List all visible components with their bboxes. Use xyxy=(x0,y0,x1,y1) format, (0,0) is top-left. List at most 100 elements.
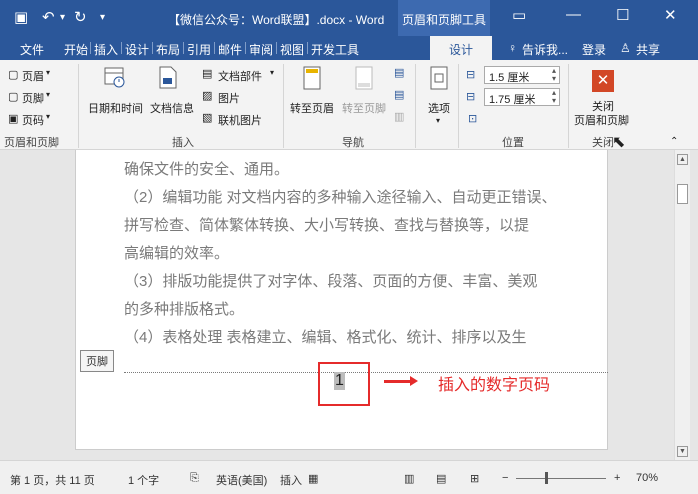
tab-mailings[interactable]: 邮件 xyxy=(218,41,242,58)
vertical-scrollbar[interactable]: ▲ ▼ xyxy=(674,150,690,460)
tab-separator xyxy=(183,42,184,54)
zoom-slider-track[interactable] xyxy=(516,478,606,479)
insert-alignment-tab-icon[interactable]: ⊡ xyxy=(468,112,477,125)
link-to-previous-icon[interactable]: ▥ xyxy=(394,110,404,123)
tab-developer[interactable]: 开发工具 xyxy=(311,41,359,58)
undo-icon[interactable]: ↶ xyxy=(42,8,55,26)
person-icon: ♙ xyxy=(620,41,631,55)
share-button[interactable]: 共享 xyxy=(636,41,660,58)
tab-separator xyxy=(245,42,246,54)
mouse-cursor-icon: ⬉ xyxy=(612,134,626,151)
group-divider xyxy=(458,64,459,148)
footer-position-input[interactable]: 1.75 厘米 ▴ ▾ xyxy=(484,88,560,106)
goto-footer-icon xyxy=(355,66,373,90)
save-icon[interactable]: ▣ xyxy=(14,8,28,26)
header-button[interactable]: 页眉 xyxy=(22,68,44,84)
proofing-icon[interactable]: ⎘ xyxy=(190,472,199,485)
zoom-slider-thumb[interactable] xyxy=(545,472,548,484)
group-label-close: 关闭 xyxy=(592,137,614,149)
zoom-out-icon[interactable]: − xyxy=(502,472,508,484)
previous-icon[interactable]: ▤ xyxy=(394,66,404,79)
group-divider xyxy=(568,64,569,148)
next-icon[interactable]: ▤ xyxy=(394,88,404,101)
footer-position-value: 1.75 厘米 xyxy=(489,94,536,106)
minimize-icon[interactable]: — xyxy=(566,6,581,23)
page-number-icon: ▣ xyxy=(8,113,19,125)
insert-mode-status[interactable]: 插入 xyxy=(280,472,302,488)
web-layout-icon[interactable]: ⊞ xyxy=(470,472,479,485)
close-header-footer-icon: ✕ xyxy=(592,70,614,92)
document-title: 【微信公众号：Word联盟】.docx - Word xyxy=(168,13,385,27)
group-label-position: 位置 xyxy=(502,137,524,149)
customize-icon[interactable]: ▾ xyxy=(100,12,105,23)
annotation-label: 插入的数字页码 xyxy=(438,377,551,394)
dropdown-icon: ▾ xyxy=(46,68,51,77)
tab-layout[interactable]: 布局 xyxy=(156,41,180,58)
group-divider xyxy=(283,64,284,148)
close-window-icon[interactable]: ✕ xyxy=(664,6,677,24)
context-tab-label: 页眉和页脚工具 xyxy=(398,0,490,36)
group-label-insert: 插入 xyxy=(172,137,194,149)
tab-design-doc[interactable]: 设计 xyxy=(125,41,149,58)
collapse-ribbon-icon[interactable]: ⌃ xyxy=(670,136,678,147)
scroll-up-icon[interactable]: ▲ xyxy=(677,154,688,165)
header-position-input[interactable]: 1.5 厘米 ▴ ▾ xyxy=(484,66,560,84)
tab-home[interactable]: 开始 xyxy=(64,41,88,58)
zoom-level[interactable]: 70% xyxy=(636,472,658,484)
body-text-line: 高编辑的效率。 xyxy=(124,245,230,262)
maximize-icon[interactable]: ☐ xyxy=(616,6,629,24)
word-count-status[interactable]: 1 个字 xyxy=(128,472,159,488)
tab-separator xyxy=(90,42,91,54)
arrow-icon xyxy=(384,376,418,386)
tab-file[interactable]: 文件 xyxy=(20,41,44,58)
footer-button[interactable]: 页脚 xyxy=(22,90,44,106)
spinner-arrows-icon[interactable]: ▴ ▾ xyxy=(552,67,556,83)
goto-footer-button[interactable]: 转至页脚 xyxy=(342,100,386,116)
document-parts-button[interactable]: 文档部件 xyxy=(218,68,262,84)
date-time-button[interactable]: 日期和时间 xyxy=(88,100,143,116)
tab-separator xyxy=(121,42,122,54)
page-number-button[interactable]: 页码 xyxy=(22,112,44,128)
header-icon: ▢ xyxy=(8,69,19,81)
tab-references[interactable]: 引用 xyxy=(187,41,211,58)
tab-review[interactable]: 审阅 xyxy=(249,41,273,58)
tab-design[interactable]: 设计 xyxy=(430,36,492,60)
online-picture-button[interactable]: 联机图片 xyxy=(218,112,262,128)
zoom-in-icon[interactable]: + xyxy=(614,472,620,484)
scroll-thumb[interactable] xyxy=(677,184,688,204)
page-count-status[interactable]: 第 1 页，共 11 页 xyxy=(10,472,95,488)
spinner-arrows-icon[interactable]: ▴ ▾ xyxy=(552,89,556,105)
macro-record-icon[interactable]: ▦ xyxy=(308,472,318,485)
ribbon-display-icon[interactable]: ▭ xyxy=(512,6,526,24)
picture-icon: ▨ xyxy=(202,90,213,102)
body-text-line: （3）排版功能提供了对字体、段落、页面的方便、丰富、美观 xyxy=(124,273,538,290)
tab-separator xyxy=(307,42,308,54)
group-divider xyxy=(78,64,79,148)
dropdown-icon: ▾ xyxy=(270,68,275,77)
document-page: 确保文件的安全、通用。 （2）编辑功能 对文档内容的多种输入途径输入、自动更正错… xyxy=(75,150,608,450)
scroll-down-icon[interactable]: ▼ xyxy=(677,446,688,457)
body-text-line: （2）编辑功能 对文档内容的多种输入途径输入、自动更正错误、 xyxy=(124,189,557,206)
language-status[interactable]: 英语(美国) xyxy=(216,472,267,488)
read-mode-icon[interactable]: ▥ xyxy=(404,472,414,485)
tell-me-input[interactable]: 告诉我... xyxy=(522,41,568,58)
calendar-clock-icon xyxy=(104,67,125,88)
picture-button[interactable]: 图片 xyxy=(218,90,240,106)
document-parts-icon: ▤ xyxy=(202,68,213,80)
tab-separator xyxy=(214,42,215,54)
print-layout-icon[interactable]: ▤ xyxy=(436,472,446,485)
close-header-footer-button[interactable]: 页眉和页脚 xyxy=(574,112,629,128)
redo-icon[interactable]: ↻ xyxy=(74,8,87,26)
header-position-value: 1.5 厘米 xyxy=(489,72,530,84)
tab-insert[interactable]: 插入 xyxy=(94,41,118,58)
options-button[interactable]: 选项 xyxy=(428,100,450,116)
undo-dropdown-icon[interactable]: ▾ xyxy=(60,12,65,23)
tab-view[interactable]: 视图 xyxy=(280,41,304,58)
login-link[interactable]: 登录 xyxy=(582,41,606,58)
group-label-navigation: 导航 xyxy=(342,137,364,149)
lightbulb-icon: ♀ xyxy=(508,41,517,55)
header-position-icon: ⊟ xyxy=(466,69,476,81)
document-info-button[interactable]: 文档信息 xyxy=(150,100,194,116)
goto-header-button[interactable]: 转至页眉 xyxy=(290,100,334,116)
footer-page-number[interactable]: 1 xyxy=(334,372,345,390)
